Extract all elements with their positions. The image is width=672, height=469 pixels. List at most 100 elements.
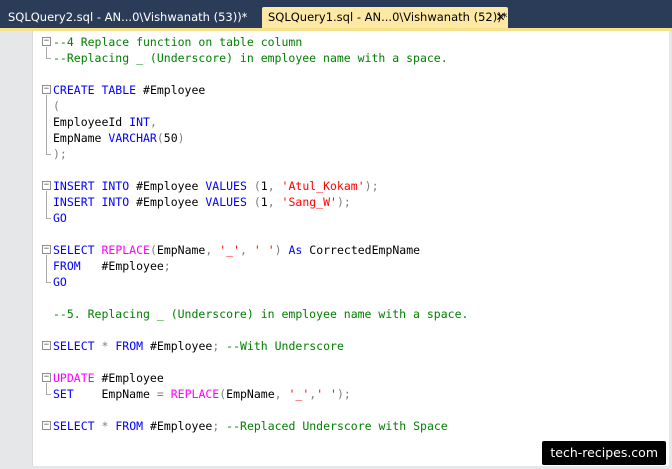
code-token: , bbox=[274, 387, 289, 401]
code-token: SELECT bbox=[53, 419, 95, 433]
code-token: ) bbox=[177, 131, 185, 145]
code-token: 1 bbox=[260, 195, 268, 209]
code-line: GO bbox=[53, 210, 67, 226]
code-token: , bbox=[267, 179, 282, 193]
outline-end bbox=[46, 394, 51, 395]
code-token: --5. Replacing _ (Underscore) in employe… bbox=[53, 307, 469, 321]
code-token: ); bbox=[53, 147, 67, 161]
code-token: ( bbox=[156, 131, 164, 145]
code-token: As bbox=[288, 243, 303, 257]
code-token: , bbox=[149, 115, 157, 129]
code-line: SET EmpName = REPLACE(EmpName, '_',' '); bbox=[53, 386, 351, 402]
code-line: --4 Replace function on table column bbox=[53, 34, 302, 50]
collapse-icon[interactable]: − bbox=[42, 245, 51, 254]
code-token: INSERT INTO bbox=[53, 179, 130, 193]
code-token: , bbox=[240, 243, 254, 257]
code-token: EmployeeId bbox=[53, 115, 130, 129]
code-token: ); bbox=[336, 195, 351, 209]
code-token: FROM bbox=[53, 259, 81, 273]
code-token: ); bbox=[364, 179, 379, 193]
code-line: INSERT INTO #Employee VALUES (1, 'Sang_W… bbox=[53, 194, 351, 210]
code-token: , bbox=[205, 243, 220, 257]
code-token: ; bbox=[163, 259, 171, 273]
code-token: --4 Replace function on table column bbox=[53, 35, 303, 49]
code-token: ( bbox=[149, 243, 157, 257]
code-token: ' ' bbox=[316, 387, 337, 401]
outline-end bbox=[46, 282, 51, 283]
code-token: GO bbox=[53, 275, 67, 289]
code-line: SELECT * FROM #Employee; --Replaced Unde… bbox=[53, 418, 448, 434]
collapse-icon[interactable]: − bbox=[42, 373, 51, 382]
code-token: ( bbox=[246, 195, 261, 209]
code-line: FROM #Employee; bbox=[53, 258, 171, 274]
code-token: INT bbox=[129, 115, 150, 129]
code-line: --5. Replacing _ (Underscore) in employe… bbox=[53, 306, 468, 322]
code-token: #Employee bbox=[94, 371, 164, 385]
document-tab-bar: SQLQuery2.sql - AN...0\Vishwanath (53))*… bbox=[0, 0, 672, 31]
code-line: GO bbox=[53, 274, 67, 290]
code-line: SELECT REPLACE(EmpName, '_', ' ') As Cor… bbox=[53, 242, 420, 258]
code-token: , bbox=[267, 195, 282, 209]
outline-end bbox=[46, 58, 51, 59]
collapse-icon[interactable]: − bbox=[42, 421, 51, 430]
code-line: SELECT * FROM #Employee; --With Undersco… bbox=[53, 338, 344, 354]
code-token: ( bbox=[53, 99, 60, 113]
close-tab-icon[interactable]: ✕ bbox=[494, 11, 507, 24]
code-token: CorrectedEmpName bbox=[302, 243, 421, 257]
code-token: #Employee bbox=[143, 419, 213, 433]
code-token: #Employee bbox=[143, 339, 213, 353]
code-token: FROM bbox=[115, 419, 144, 433]
collapse-icon[interactable]: − bbox=[42, 181, 51, 190]
code-token: #Employee bbox=[129, 179, 206, 193]
collapse-icon[interactable]: − bbox=[42, 341, 51, 350]
code-line: EmployeeId INT, bbox=[53, 114, 157, 130]
code-token: CREATE TABLE bbox=[53, 83, 137, 97]
code-token: '_' bbox=[219, 243, 240, 257]
code-token: ); bbox=[336, 387, 351, 401]
code-token: SELECT bbox=[53, 339, 95, 353]
code-token: 'Atul_Kokam' bbox=[281, 179, 365, 193]
code-token: VALUES bbox=[205, 179, 247, 193]
outline-line bbox=[46, 95, 47, 155]
tab-sqlquery1[interactable]: SQLQuery1.sql - AN...0\Vishwanath (52))* bbox=[262, 7, 508, 28]
code-token: '_' bbox=[288, 387, 310, 401]
editor-margin bbox=[0, 31, 33, 469]
code-token: VARCHAR bbox=[108, 131, 157, 145]
code-token: --With Underscore bbox=[226, 339, 344, 353]
code-line: UPDATE #Employee bbox=[53, 370, 164, 386]
tab-sqlquery2[interactable]: SQLQuery2.sql - AN...0\Vishwanath (53))* bbox=[2, 7, 260, 28]
code-token: EmpName bbox=[73, 387, 157, 401]
outline-end bbox=[46, 218, 51, 219]
code-token: 50 bbox=[163, 131, 178, 145]
code-token: #Employee bbox=[80, 259, 164, 273]
code-token: UPDATE bbox=[53, 371, 95, 385]
code-token: REPLACE bbox=[170, 387, 220, 401]
code-line: --Replacing _ (Underscore) in employee n… bbox=[53, 50, 448, 66]
code-token: EmpName bbox=[53, 131, 109, 145]
code-token: ; bbox=[212, 419, 227, 433]
query-editor[interactable]: − − − − − − − --4 Replace function on ta… bbox=[0, 31, 672, 469]
code-token: ; bbox=[212, 339, 227, 353]
code-token: #Employee bbox=[136, 83, 206, 97]
code-token: EmpName bbox=[156, 243, 206, 257]
collapse-icon[interactable]: − bbox=[42, 37, 51, 46]
code-token: ( bbox=[246, 179, 261, 193]
outline-end bbox=[46, 154, 51, 155]
code-token: SELECT bbox=[53, 243, 95, 257]
outline-line bbox=[46, 255, 47, 283]
code-token: FROM bbox=[115, 339, 144, 353]
code-token: ) bbox=[274, 243, 289, 257]
code-line: ( bbox=[53, 98, 60, 114]
code-token: #Employee bbox=[129, 195, 206, 209]
code-token: VALUES bbox=[205, 195, 247, 209]
code-token: SET bbox=[53, 387, 74, 401]
code-line: EmpName VARCHAR(50) bbox=[53, 130, 185, 146]
code-token: 'Sang_W' bbox=[281, 195, 337, 209]
code-line: ); bbox=[53, 146, 67, 162]
collapse-icon[interactable]: − bbox=[42, 85, 51, 94]
code-token: = bbox=[156, 387, 164, 401]
code-token: ' ' bbox=[253, 243, 275, 257]
outline-line bbox=[46, 191, 47, 219]
site-watermark: tech-recipes.com bbox=[542, 441, 666, 465]
